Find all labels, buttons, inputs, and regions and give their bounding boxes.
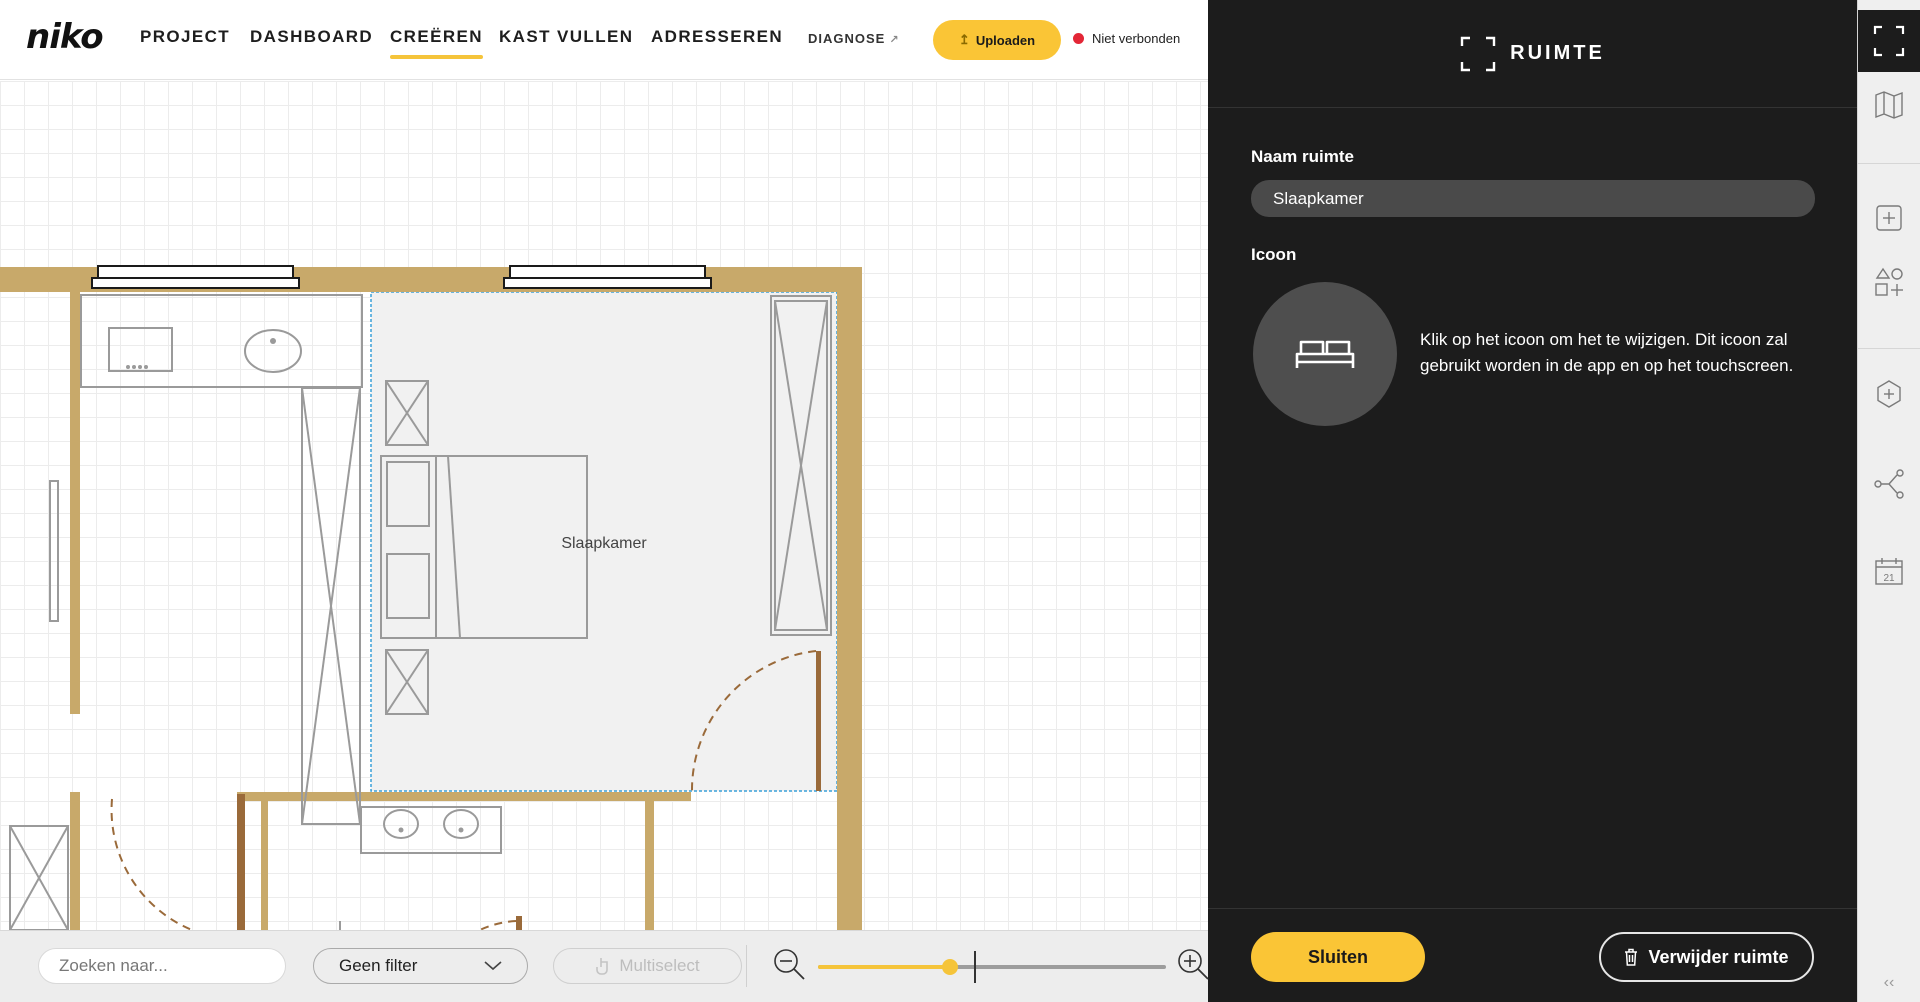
chevron-down-icon <box>484 961 502 971</box>
zoom-out-icon[interactable] <box>772 947 808 983</box>
zoom-slider-fill <box>818 965 950 969</box>
map-icon <box>1875 91 1903 119</box>
zoom-default-marker <box>974 951 976 983</box>
nav-diagnose-label: DIAGNOSE <box>808 31 886 46</box>
add-shape-icon <box>1875 267 1903 296</box>
panel-footer: Sluiten Verwijder ruimte <box>1208 908 1857 1002</box>
room-properties-panel: RUIMTE Naam ruimte Icoon Klik op het ico… <box>1208 0 1857 1002</box>
add-square-icon <box>1876 205 1902 231</box>
nav-dashboard[interactable]: DASHBOARD <box>250 27 373 47</box>
floorplan-drawing[interactable]: Slaapkamer <box>0 81 1208 930</box>
multiselect-label: Multiselect <box>619 956 700 975</box>
status-dot-icon <box>1073 33 1084 44</box>
calendar-icon: 21 <box>1875 558 1903 585</box>
nav-diagnose[interactable]: DIAGNOSE ↗ <box>808 31 900 46</box>
trash-icon <box>1625 948 1638 966</box>
zoom-slider[interactable] <box>818 951 1166 983</box>
top-navigation-bar: niko PROJECT DASHBOARD CREËREN KAST VULL… <box>0 0 1208 80</box>
nav-kast-vullen[interactable]: KAST VULLEN <box>499 27 633 47</box>
zoom-slider-thumb[interactable] <box>942 959 958 975</box>
rail-routing[interactable] <box>1858 453 1920 515</box>
panel-header: RUIMTE <box>1208 0 1857 108</box>
rail-add-element[interactable] <box>1858 187 1920 249</box>
bottom-toolbar: Geen filter Multiselect <box>0 930 1209 1002</box>
bed-icon <box>1295 340 1355 368</box>
rail-map-tool[interactable] <box>1858 74 1920 136</box>
room-label: Slaapkamer <box>561 535 647 552</box>
tool-rail: 21 ‹‹ <box>1857 0 1920 1002</box>
rail-add-shape[interactable] <box>1858 251 1920 313</box>
rail-divider <box>1858 348 1920 349</box>
filter-dropdown[interactable]: Geen filter <box>313 948 528 984</box>
nav-adresseren[interactable]: ADRESSEREN <box>651 27 783 47</box>
filter-value: Geen filter <box>339 956 418 975</box>
delete-room-button[interactable]: Verwijder ruimte <box>1599 932 1814 982</box>
connection-status-text: Niet verbonden <box>1092 31 1181 46</box>
rail-add-module[interactable] <box>1858 363 1920 425</box>
room-name-label: Naam ruimte <box>1251 147 1354 166</box>
nav-creeren[interactable]: CREËREN <box>390 27 483 59</box>
toolbar-divider <box>746 945 747 987</box>
hand-pointer-icon <box>596 958 609 975</box>
zoom-in-icon[interactable] <box>1176 947 1212 983</box>
upload-arrow-icon: ↥ <box>958 32 970 47</box>
icon-label: Icoon <box>1251 245 1297 264</box>
room-frame-icon <box>1873 25 1905 57</box>
calendar-day: 21 <box>1883 573 1895 584</box>
rail-calendar[interactable]: 21 <box>1858 540 1920 602</box>
multiselect-button[interactable]: Multiselect <box>553 948 742 984</box>
panel-title: RUIMTE <box>1510 42 1605 64</box>
rail-divider <box>1858 163 1920 164</box>
add-hexagon-icon <box>1877 380 1901 408</box>
niko-logo[interactable]: niko <box>26 17 104 57</box>
connection-status: Niet verbonden <box>1073 31 1180 46</box>
room-icon-picker[interactable] <box>1253 282 1397 426</box>
delete-room-label: Verwijder ruimte <box>1648 946 1789 967</box>
floorplan-canvas[interactable]: Slaapkamer <box>0 81 1208 930</box>
room-frame-icon <box>1460 36 1496 71</box>
external-link-icon: ↗ <box>889 34 900 46</box>
icon-help-text: Klik op het icoon om het te wijzigen. Di… <box>1420 330 1794 375</box>
routing-icon <box>1874 469 1904 499</box>
rail-room-tool[interactable] <box>1858 10 1920 72</box>
close-button[interactable]: Sluiten <box>1251 932 1425 982</box>
upload-button-label: Uploaden <box>975 32 1036 48</box>
collapse-rail-icon[interactable]: ‹‹ <box>1858 968 1920 998</box>
room-name-input[interactable] <box>1251 180 1815 217</box>
search-input[interactable] <box>38 948 286 984</box>
nav-project[interactable]: PROJECT <box>140 27 230 47</box>
upload-button[interactable]: ↥ Uploaden <box>933 20 1061 60</box>
